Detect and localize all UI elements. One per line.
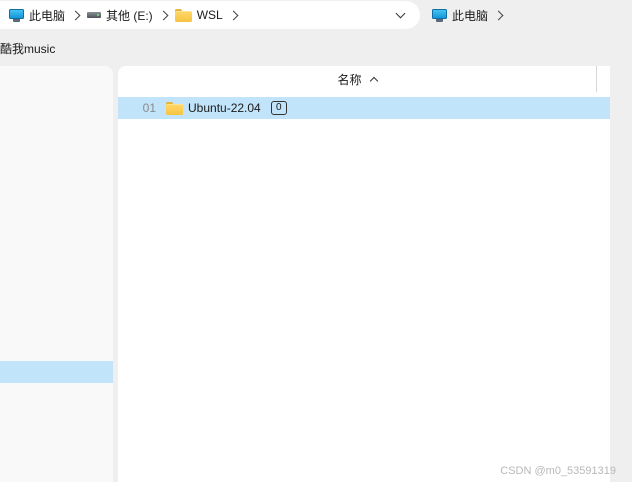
chevron-right-icon[interactable] — [158, 10, 169, 20]
computer-icon — [9, 8, 24, 22]
breadcrumb-label: 此电脑 — [29, 8, 66, 23]
row-index: 01 — [142, 101, 156, 115]
navigation-pane[interactable] — [0, 66, 113, 482]
folder-icon — [166, 101, 183, 115]
file-explorer-window: 此电脑 其他 (E:) WSL 此电脑 酷我music 名称 01 Ubuntu… — [0, 0, 632, 482]
chevron-right-icon[interactable] — [70, 10, 81, 20]
breadcrumb-label: 其他 (E:) — [106, 8, 153, 23]
breadcrumb-item-this-pc[interactable]: 此电脑 — [9, 1, 65, 29]
address-bar[interactable]: 此电脑 其他 (E:) WSL — [0, 1, 420, 29]
drive-icon — [87, 12, 102, 18]
chevron-down-icon — [395, 8, 405, 18]
breadcrumb-item-wsl[interactable]: WSL — [174, 1, 223, 29]
address-history-dropdown[interactable] — [394, 8, 406, 21]
sort-ascending-icon — [369, 76, 378, 86]
file-name: Ubuntu-22.04 — [188, 101, 261, 115]
file-list-pane[interactable]: 名称 01 Ubuntu-22.04 0 — [118, 66, 610, 482]
quick-access-label[interactable]: 酷我music — [0, 40, 55, 57]
item-count-badge: 0 — [270, 101, 287, 115]
chevron-right-icon[interactable] — [228, 10, 239, 20]
chevron-right-icon[interactable] — [493, 10, 504, 20]
breadcrumb-label: 此电脑 — [452, 8, 489, 23]
column-header-label: 名称 — [337, 73, 362, 87]
breadcrumb-item-this-pc[interactable]: 此电脑 — [432, 1, 488, 29]
breadcrumb-label: WSL — [196, 8, 223, 22]
column-header-name[interactable]: 名称 — [118, 66, 596, 93]
computer-icon — [432, 8, 447, 22]
nav-item-selected[interactable] — [0, 361, 113, 383]
column-divider[interactable] — [596, 66, 597, 92]
folder-icon — [174, 8, 192, 22]
window-edge — [610, 66, 632, 482]
address-bar-secondary[interactable]: 此电脑 — [432, 1, 510, 29]
watermark: CSDN @m0_53591319 — [500, 465, 616, 477]
breadcrumb-item-drive[interactable]: 其他 (E:) — [87, 1, 153, 29]
file-row[interactable]: 01 Ubuntu-22.04 0 — [118, 97, 610, 119]
